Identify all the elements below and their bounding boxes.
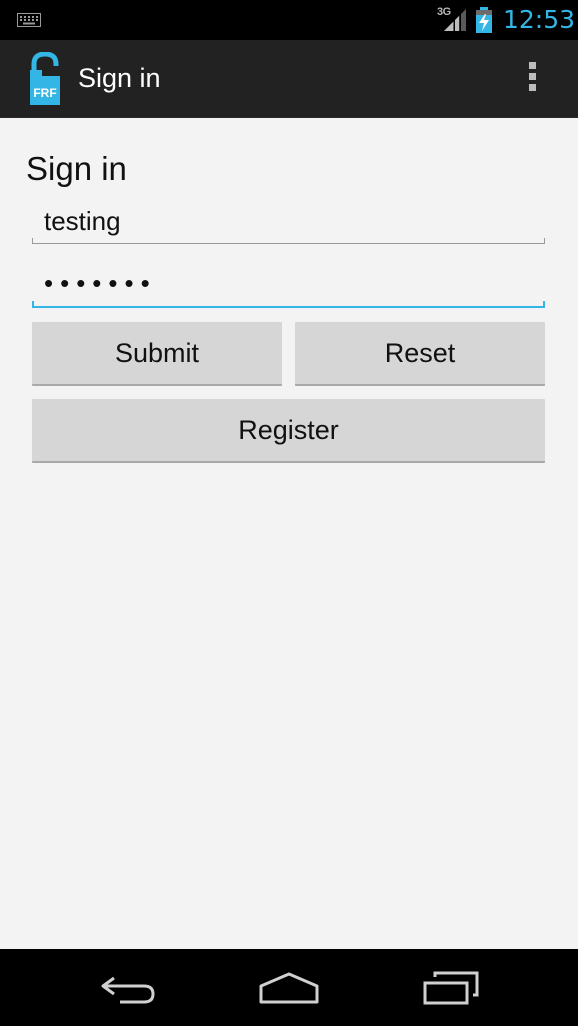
register-button[interactable]: Register <box>32 399 545 463</box>
password-field-underline <box>32 301 545 308</box>
app-logo-icon: FRF <box>30 52 60 105</box>
reset-button[interactable]: Reset <box>295 322 545 386</box>
page-title: Sign in <box>26 150 127 187</box>
home-icon[interactable] <box>257 972 321 1006</box>
app-logo-text: FRF <box>33 86 56 100</box>
signal-icon <box>444 9 466 31</box>
app-title: Sign in <box>78 63 161 93</box>
back-icon[interactable] <box>98 972 158 1006</box>
username-field-underline <box>32 238 545 244</box>
battery-charging-icon <box>476 7 492 33</box>
password-field[interactable] <box>32 266 545 300</box>
username-field[interactable] <box>32 206 545 236</box>
submit-button[interactable]: Submit <box>32 322 282 386</box>
overflow-menu-icon[interactable] <box>520 58 544 98</box>
keyboard-icon <box>17 13 41 27</box>
status-clock: 12:53 <box>503 5 576 34</box>
recents-icon[interactable] <box>421 969 481 1007</box>
status-bar: 3G 12:53 <box>0 0 578 40</box>
